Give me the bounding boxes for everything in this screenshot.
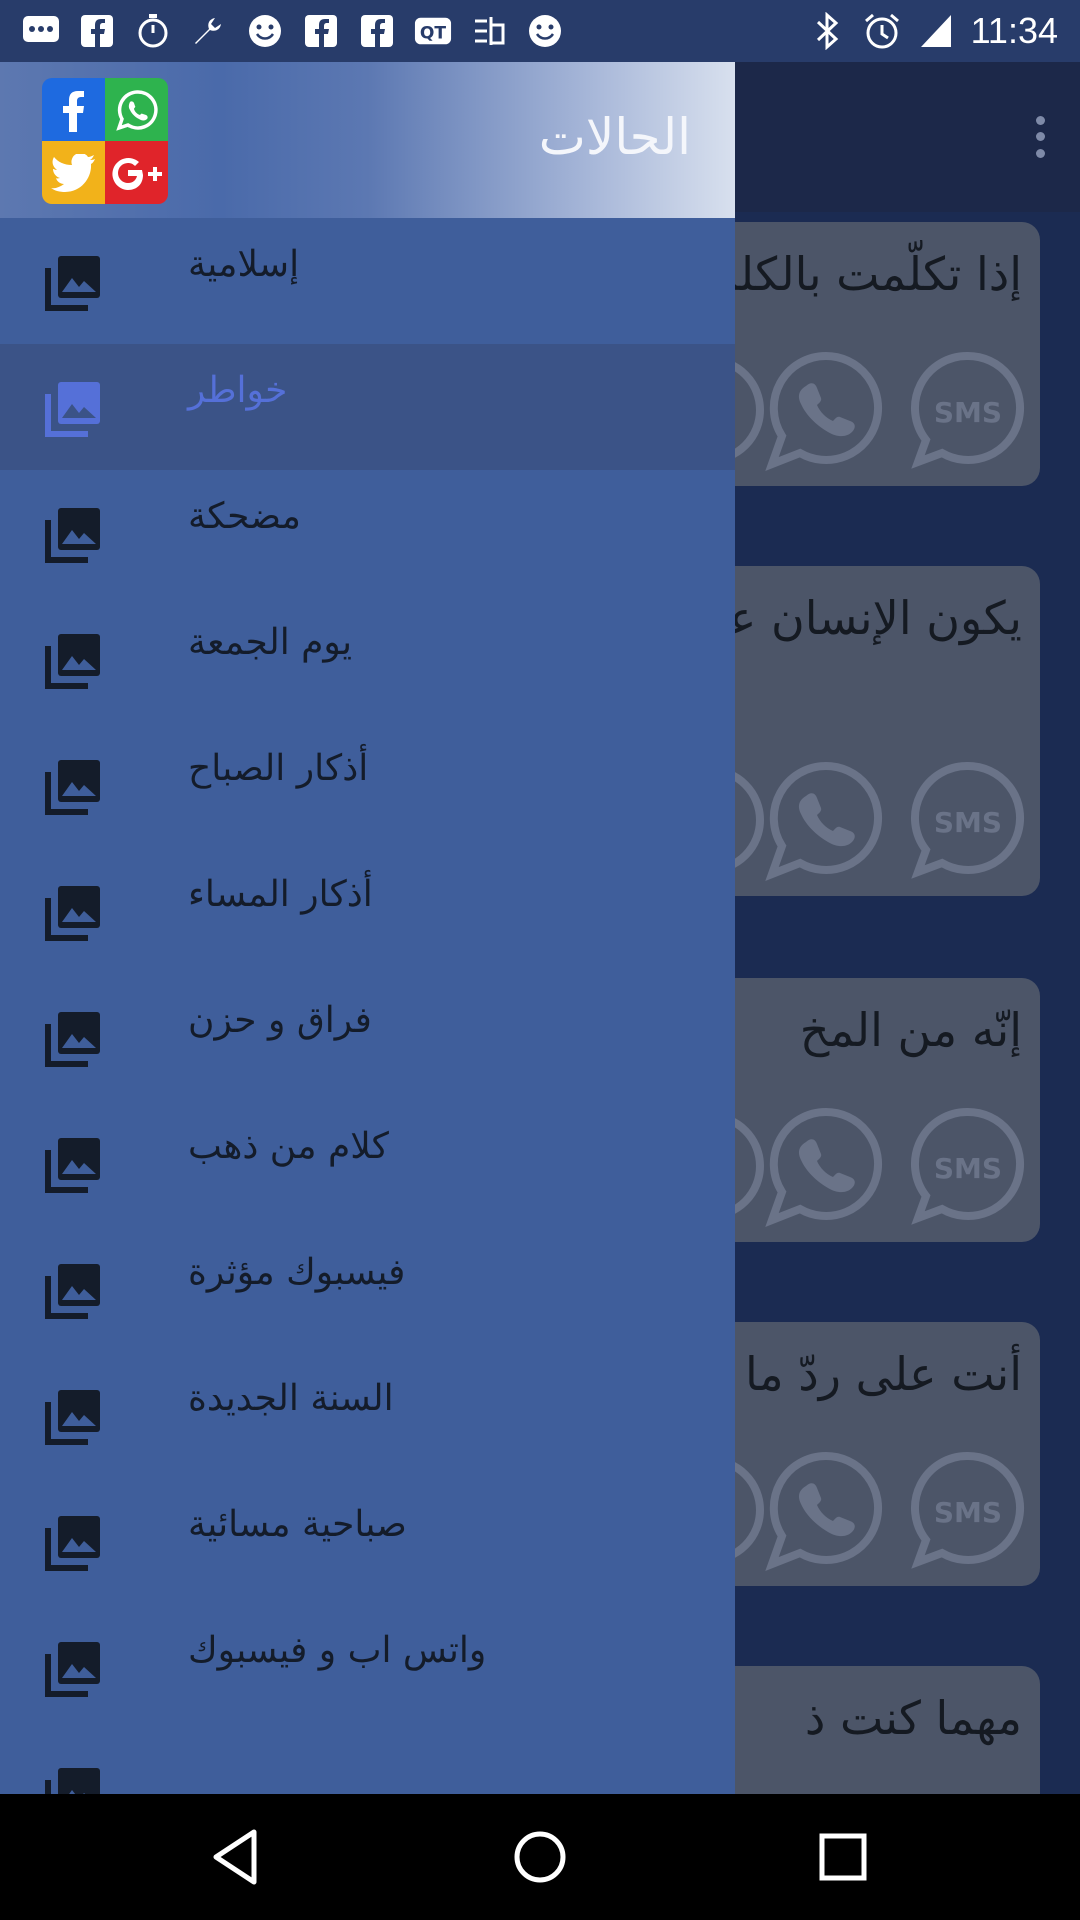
drawer-item-label: واتس اب و فيسبوك: [188, 1630, 487, 1671]
app-icon: [470, 12, 508, 50]
photo-library-icon: [45, 1390, 100, 1445]
photo-library-icon: [45, 1138, 100, 1193]
photo-library-icon: [45, 508, 100, 563]
whatsapp-icon[interactable]: [764, 1448, 888, 1572]
sms-icon[interactable]: SMS: [906, 348, 1030, 472]
whatsapp-icon[interactable]: [764, 758, 888, 882]
signal-icon: [917, 12, 955, 50]
status-time: 11:34: [970, 10, 1058, 51]
svg-text:SMS: SMS: [934, 1496, 1002, 1529]
system-nav-bar: [0, 1794, 1080, 1920]
photo-library-icon: [45, 1642, 100, 1697]
smiley-icon: [526, 12, 564, 50]
facebook-icon: [358, 12, 396, 50]
drawer-item-thoughts[interactable]: خواطر: [0, 344, 735, 470]
sms-icon[interactable]: SMS: [906, 1104, 1030, 1228]
whatsapp-icon[interactable]: [764, 348, 888, 472]
drawer-header: الحالات: [0, 62, 735, 218]
facebook-icon: [42, 78, 105, 141]
svg-text:SMS: SMS: [934, 1152, 1002, 1185]
google-plus-icon: [105, 141, 168, 204]
drawer-title: الحالات: [538, 108, 691, 166]
bluetooth-icon: [809, 12, 847, 50]
drawer-item-label: يوم الجمعة: [188, 622, 353, 663]
photo-library-icon: [45, 1516, 100, 1571]
sms-icon[interactable]: SMS: [906, 758, 1030, 882]
whatsapp-icon[interactable]: [764, 1104, 888, 1228]
drawer-item-label: أذكار المساء: [188, 874, 373, 915]
photo-library-icon: [45, 634, 100, 689]
navigation-drawer: الحالات إسلامية خواطر مضحكة يوم الجمعة أ…: [0, 62, 735, 1794]
drawer-item-friday[interactable]: يوم الجمعة: [0, 596, 735, 722]
photo-library-icon: [45, 382, 100, 437]
drawer-item-facebook-touching[interactable]: فيسبوك مؤثرة: [0, 1226, 735, 1352]
drawer-item-golden-words[interactable]: كلام من ذهب: [0, 1100, 735, 1226]
sms-icon[interactable]: SMS: [906, 1448, 1030, 1572]
photo-library-icon: [45, 1264, 100, 1319]
overflow-menu-icon[interactable]: [1020, 112, 1060, 162]
recents-icon[interactable]: [810, 1824, 876, 1890]
photo-library-icon: [45, 256, 100, 311]
drawer-item-label: أذكار الصباح: [188, 748, 369, 789]
drawer-item-islamic[interactable]: إسلامية: [0, 218, 735, 344]
drawer-item-label: كلام من ذهب: [188, 1126, 389, 1167]
drawer-item-funny[interactable]: مضحكة: [0, 470, 735, 596]
drawer-item-morning-evening[interactable]: صباحية مسائية: [0, 1478, 735, 1604]
wrench-icon: [190, 12, 228, 50]
timer-icon: [134, 12, 172, 50]
facebook-icon: [302, 12, 340, 50]
drawer-item-label: إسلامية: [188, 244, 300, 285]
drawer-item-partial[interactable]: [0, 1730, 735, 1794]
svg-text:SMS: SMS: [934, 806, 1002, 839]
drawer-item-evening-adhkar[interactable]: أذكار المساء: [0, 848, 735, 974]
drawer-item-parting-sadness[interactable]: فراق و حزن: [0, 974, 735, 1100]
drawer-item-label: فراق و حزن: [188, 1000, 372, 1041]
alarm-icon: [863, 12, 901, 50]
drawer-item-label: صباحية مسائية: [188, 1504, 407, 1545]
drawer-item-whatsapp-facebook[interactable]: واتس اب و فيسبوك: [0, 1604, 735, 1730]
drawer-item-label: السنة الجديدة: [188, 1378, 394, 1419]
facebook-icon: [78, 12, 116, 50]
home-icon[interactable]: [507, 1824, 573, 1890]
drawer-item-morning-adhkar[interactable]: أذكار الصباح: [0, 722, 735, 848]
svg-text:QT: QT: [420, 24, 447, 44]
drawer-item-new-year[interactable]: السنة الجديدة: [0, 1352, 735, 1478]
back-icon[interactable]: [204, 1824, 270, 1890]
drawer-item-label: فيسبوك مؤثرة: [188, 1252, 406, 1293]
chat-icon: [22, 12, 60, 50]
photo-library-icon: [45, 1768, 100, 1794]
app-logo: [42, 78, 168, 204]
notification-icons: QT: [22, 10, 564, 52]
status-bar: QT 11:34: [0, 0, 1080, 62]
svg-text:SMS: SMS: [934, 396, 1002, 429]
twitter-icon: [42, 141, 105, 204]
photo-library-icon: [45, 886, 100, 941]
whatsapp-icon: [105, 78, 168, 141]
smiley-icon: [246, 12, 284, 50]
drawer-menu-list: إسلامية خواطر مضحكة يوم الجمعة أذكار الص…: [0, 218, 735, 1794]
photo-library-icon: [45, 760, 100, 815]
photo-library-icon: [45, 1012, 100, 1067]
qt-icon: QT: [414, 12, 452, 50]
drawer-item-label: خواطر: [188, 370, 288, 411]
drawer-item-label: مضحكة: [188, 496, 301, 537]
